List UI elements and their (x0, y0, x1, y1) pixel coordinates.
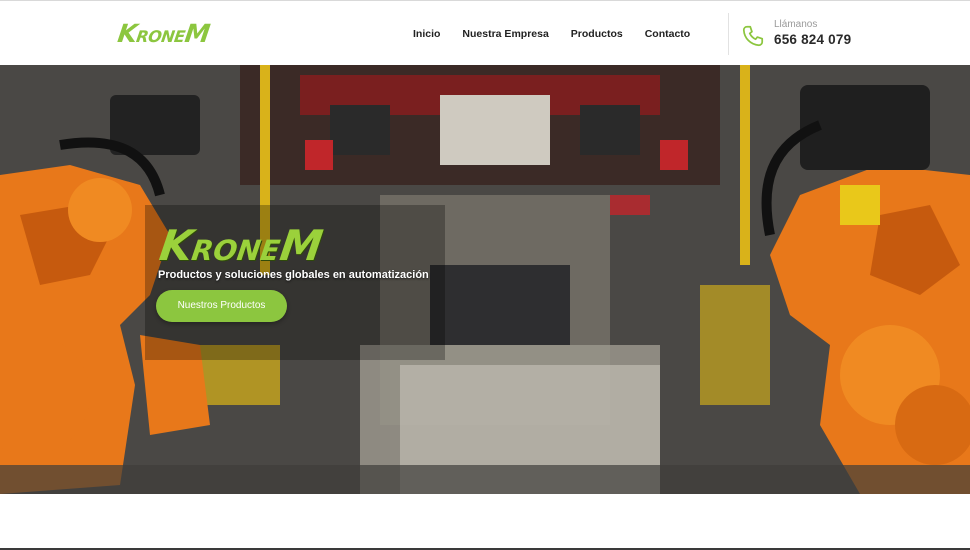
phone-number[interactable]: 656 824 079 (774, 32, 851, 47)
nav-link-contacto[interactable]: Contacto (645, 28, 691, 40)
nav-link-nuestra-empresa[interactable]: Nuestra Empresa (462, 28, 548, 40)
our-products-button[interactable]: Nuestros Productos (156, 290, 287, 322)
hero-logo: KRONEM (156, 221, 326, 270)
main-nav: Inicio Nuestra Empresa Productos Contact… (413, 28, 712, 40)
phone-icon[interactable] (740, 23, 766, 49)
hero-subtitle: Productos y soluciones globales en autom… (158, 269, 429, 281)
site-header: KRONEM Inicio Nuestra Empresa Productos … (0, 1, 970, 65)
header-divider (728, 13, 729, 55)
nav-link-inicio[interactable]: Inicio (413, 28, 440, 40)
hero-banner: KRONEM Productos y soluciones globales e… (0, 65, 970, 494)
call-label: Llámanos (774, 19, 818, 30)
site-logo[interactable]: KRONEM (116, 19, 212, 48)
nav-link-productos[interactable]: Productos (571, 28, 623, 40)
hero-background-image (0, 65, 970, 494)
